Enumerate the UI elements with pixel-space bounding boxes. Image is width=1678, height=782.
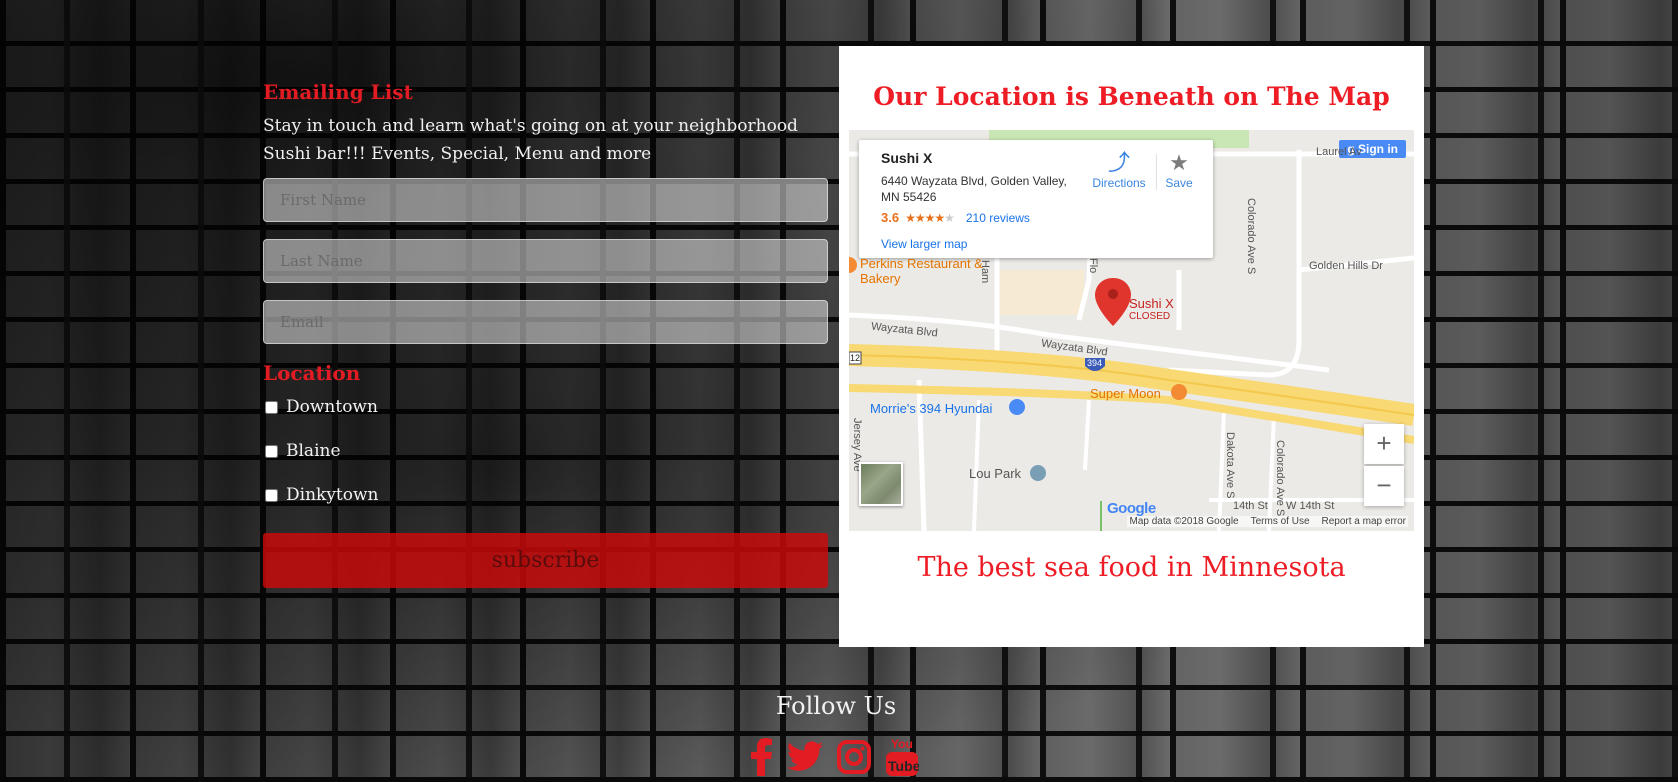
- dinkytown-label: Dinkytown: [286, 485, 379, 505]
- poi-hyundai[interactable]: Morrie's 394 Hyundai: [870, 401, 992, 416]
- report-map-error-link[interactable]: Report a map error: [1322, 516, 1406, 527]
- newsletter-intro: Stay in touch and learn what's going on …: [263, 116, 798, 164]
- email-input[interactable]: [263, 300, 828, 344]
- embedded-map[interactable]: Sushi X 6440 Wayzata Blvd, Golden Valley…: [849, 130, 1414, 531]
- marker-name[interactable]: Sushi X: [1129, 296, 1174, 311]
- first-name-input[interactable]: [263, 178, 828, 222]
- instagram-icon[interactable]: [837, 740, 871, 778]
- location-option-dinkytown: Dinkytown: [263, 473, 828, 517]
- route-12-shield: 12: [850, 353, 861, 363]
- directions-icon: ⤴: [1107, 150, 1130, 175]
- location-title: Location: [263, 361, 361, 385]
- rating-value: 3.6: [881, 210, 900, 225]
- rating-row: 3.6 ★★★★★ 210 reviews: [881, 210, 1030, 225]
- location-option-blaine: Blaine: [263, 429, 828, 473]
- rating-stars-icon: ★★★★★: [905, 210, 955, 225]
- map-heading: Our Location is Beneath on The Map: [873, 82, 1390, 111]
- save-label: Save: [1165, 176, 1193, 190]
- facebook-icon[interactable]: [751, 738, 773, 780]
- sign-in-label: Sign in: [1358, 142, 1398, 156]
- blaine-label: Blaine: [286, 441, 341, 461]
- map-card: Our Location is Beneath on The Map Sushi…: [839, 46, 1424, 647]
- street-14th: 14th St: [1233, 500, 1268, 512]
- youtube-icon[interactable]: You Tube: [885, 736, 921, 782]
- directions-button[interactable]: ⤴ Directions: [1087, 150, 1151, 190]
- terms-of-use-link[interactable]: Terms of Use: [1251, 516, 1310, 527]
- highway-394-shield: 394: [1087, 358, 1103, 368]
- street-colorado: Colorado Ave S: [1245, 198, 1257, 275]
- street-florida: Flo: [1087, 258, 1099, 274]
- view-larger-map-link[interactable]: View larger map: [881, 237, 967, 251]
- twitter-icon[interactable]: [787, 741, 823, 777]
- google-logo: Google: [1107, 500, 1156, 517]
- street-golden-hills: Golden Hills Dr: [1309, 260, 1383, 272]
- subscribe-button[interactable]: subscribe: [263, 533, 828, 588]
- directions-label: Directions: [1092, 176, 1146, 190]
- follow-us-title: Follow Us: [775, 692, 897, 720]
- map-tagline: The best sea food in Minnesota: [917, 552, 1346, 583]
- emailing-list-title: Emailing List: [263, 80, 413, 104]
- zoom-in-button[interactable]: +: [1364, 424, 1404, 464]
- svg-text:Tube: Tube: [888, 758, 919, 774]
- map-attribution: Map data ©2018 Google Terms of Use Repor…: [1127, 516, 1408, 527]
- blaine-checkbox[interactable]: [265, 444, 278, 458]
- marker-status: CLOSED: [1129, 311, 1171, 322]
- place-name: Sushi X: [881, 150, 933, 166]
- newsletter-form: Emailing List Stay in touch and learn wh…: [263, 80, 828, 588]
- poi-perkins[interactable]: Perkins Restaurant & Bakery: [860, 256, 1000, 286]
- svg-text:You: You: [891, 737, 913, 751]
- location-option-downtown: Downtown: [263, 385, 828, 429]
- poi-super-moon[interactable]: Super Moon: [1090, 386, 1161, 401]
- satellite-toggle[interactable]: [859, 462, 903, 506]
- downtown-checkbox[interactable]: [265, 400, 278, 414]
- street-laurel: Laurel Av: [1316, 146, 1362, 158]
- social-links: You Tube: [751, 736, 921, 782]
- place-address: 6440 Wayzata Blvd, Golden Valley, MN 554…: [881, 174, 1067, 204]
- poi-lou-park[interactable]: Lou Park: [969, 466, 1021, 481]
- map-data-attribution: Map data ©2018 Google: [1129, 516, 1239, 527]
- street-w-14th: W 14th St: [1286, 500, 1335, 512]
- downtown-label: Downtown: [286, 397, 378, 417]
- street-colorado-2: Colorado Ave S: [1274, 440, 1286, 517]
- zoom-out-button[interactable]: −: [1364, 466, 1404, 506]
- star-icon: ★: [1169, 150, 1189, 175]
- reviews-link[interactable]: 210 reviews: [966, 211, 1030, 225]
- street-dakota: Dakota Ave S: [1224, 432, 1236, 499]
- last-name-input[interactable]: [263, 239, 828, 283]
- dinkytown-checkbox[interactable]: [265, 488, 278, 502]
- place-info-card: Sushi X 6440 Wayzata Blvd, Golden Valley…: [859, 140, 1213, 258]
- save-button[interactable]: ★ Save: [1157, 150, 1201, 190]
